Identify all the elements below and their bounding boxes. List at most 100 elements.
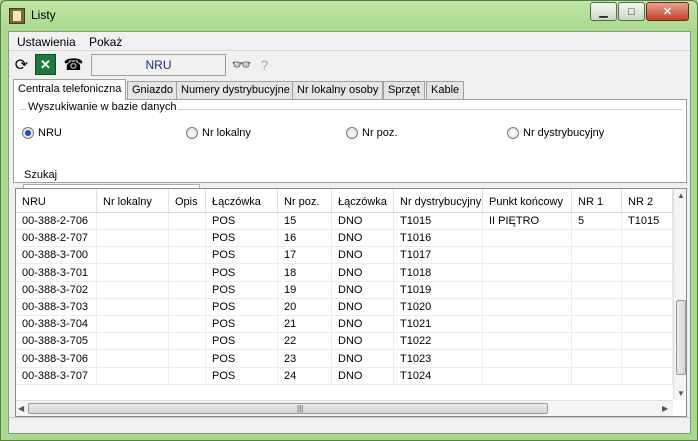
- table-cell[interactable]: DNO: [332, 247, 394, 265]
- table-cell[interactable]: [169, 367, 206, 385]
- tab-numery-dystrybucyjne[interactable]: Numery dystrybucyjne: [176, 81, 295, 99]
- table-cell[interactable]: T1016: [394, 230, 483, 248]
- tab-sprzet[interactable]: Sprzęt: [383, 81, 425, 99]
- table-cell[interactable]: POS: [206, 264, 278, 282]
- table-cell[interactable]: [572, 299, 622, 316]
- column-header[interactable]: Nr lokalny: [97, 189, 169, 213]
- table-cell[interactable]: DNO: [332, 367, 394, 385]
- column-header[interactable]: Nr dystrybucyjny: [394, 189, 483, 213]
- column-header[interactable]: Łączówka: [332, 189, 394, 213]
- table-row[interactable]: 00-388-3-703 POS 20 DNO T1020: [16, 299, 673, 316]
- column-header[interactable]: NRU: [16, 189, 97, 213]
- table-cell[interactable]: [169, 230, 206, 248]
- table-cell[interactable]: T1022: [394, 333, 483, 351]
- menu-settings[interactable]: Ustawienia: [17, 35, 76, 49]
- scroll-up-icon[interactable]: ▲: [677, 191, 685, 200]
- table-cell[interactable]: [622, 230, 673, 248]
- table-cell[interactable]: T1021: [394, 316, 483, 334]
- table-cell[interactable]: 00-388-2-706: [16, 213, 97, 230]
- table-cell[interactable]: T1023: [394, 350, 483, 368]
- table-cell[interactable]: T1019: [394, 281, 483, 299]
- table-cell[interactable]: POS: [206, 316, 278, 334]
- table-cell[interactable]: [483, 264, 572, 282]
- table-cell[interactable]: [169, 316, 206, 334]
- table-cell[interactable]: DNO: [332, 316, 394, 334]
- table-cell[interactable]: [97, 316, 169, 334]
- radio-nr-poz-circle[interactable]: [346, 127, 358, 139]
- table-cell[interactable]: [483, 247, 572, 265]
- table-cell[interactable]: 00-388-3-703: [16, 299, 97, 316]
- table-row[interactable]: 00-388-3-706 POS 23 DNO T1023: [16, 350, 673, 368]
- table-cell[interactable]: T1015: [622, 213, 673, 230]
- radio-nr-poz[interactable]: Nr poz.: [346, 127, 397, 139]
- table-cell[interactable]: [483, 367, 572, 385]
- radio-nr-lokalny[interactable]: Nr lokalny: [186, 127, 251, 139]
- scroll-down-icon[interactable]: ▼: [677, 389, 685, 398]
- scroll-right-icon[interactable]: ▶: [662, 404, 668, 413]
- table-cell[interactable]: [483, 316, 572, 334]
- table-cell[interactable]: [622, 247, 673, 265]
- table-cell[interactable]: [97, 299, 169, 316]
- table-cell[interactable]: 16: [278, 230, 332, 248]
- table-cell[interactable]: [622, 367, 673, 385]
- table-row[interactable]: 00-388-3-701 POS 18 DNO T1018: [16, 264, 673, 282]
- table-cell[interactable]: [622, 281, 673, 299]
- table-cell[interactable]: [572, 316, 622, 334]
- table-cell[interactable]: [97, 264, 169, 282]
- table-cell[interactable]: [622, 264, 673, 282]
- table-cell[interactable]: 00-388-2-707: [16, 230, 97, 248]
- table-cell[interactable]: [97, 213, 169, 230]
- table-cell[interactable]: DNO: [332, 264, 394, 282]
- table-row[interactable]: 00-388-3-704 POS 21 DNO T1021: [16, 316, 673, 334]
- table-row[interactable]: 00-388-3-702 POS 19 DNO T1019: [16, 281, 673, 299]
- tab-centrala[interactable]: Centrala telefoniczna: [13, 79, 127, 100]
- column-header[interactable]: Opis: [169, 189, 206, 213]
- table-cell[interactable]: [572, 247, 622, 265]
- title-bar[interactable]: Listy ▁ □ ✕: [1, 1, 697, 30]
- radio-nru[interactable]: NRU: [22, 127, 62, 139]
- table-cell[interactable]: [97, 333, 169, 351]
- table-cell[interactable]: T1024: [394, 367, 483, 385]
- table-cell[interactable]: DNO: [332, 213, 394, 230]
- table-cell[interactable]: 20: [278, 299, 332, 316]
- table-cell[interactable]: 00-388-3-706: [16, 350, 97, 368]
- phone-button[interactable]: ☎: [63, 54, 84, 75]
- table-cell[interactable]: POS: [206, 281, 278, 299]
- table-cell[interactable]: 15: [278, 213, 332, 230]
- maximize-button[interactable]: □: [618, 2, 645, 21]
- table-cell[interactable]: 24: [278, 367, 332, 385]
- table-cell[interactable]: POS: [206, 213, 278, 230]
- table-cell[interactable]: [169, 264, 206, 282]
- table-cell[interactable]: 17: [278, 247, 332, 265]
- table-cell[interactable]: DNO: [332, 281, 394, 299]
- table-cell[interactable]: [169, 213, 206, 230]
- help-button[interactable]: ?: [254, 54, 275, 75]
- table-cell[interactable]: POS: [206, 230, 278, 248]
- table-cell[interactable]: [169, 350, 206, 368]
- radio-nr-dystrybucyjny-circle[interactable]: [507, 127, 519, 139]
- table-cell[interactable]: [169, 281, 206, 299]
- nru-display[interactable]: NRU: [91, 54, 226, 76]
- tab-nr-lokalny-osoby[interactable]: Nr lokalny osoby: [292, 81, 384, 99]
- table-row[interactable]: 00-388-3-707 POS 24 DNO T1024: [16, 367, 673, 385]
- table-cell[interactable]: T1017: [394, 247, 483, 265]
- menu-show[interactable]: Pokaż: [89, 35, 122, 49]
- table-cell[interactable]: DNO: [332, 350, 394, 368]
- table-cell[interactable]: [169, 247, 206, 265]
- table-cell[interactable]: POS: [206, 333, 278, 351]
- table-row[interactable]: 00-388-3-700 POS 17 DNO T1017: [16, 247, 673, 265]
- table-cell[interactable]: [483, 230, 572, 248]
- close-button[interactable]: ✕: [646, 2, 689, 21]
- table-cell[interactable]: 00-388-3-707: [16, 367, 97, 385]
- table-cell[interactable]: POS: [206, 299, 278, 316]
- table-cell[interactable]: [622, 316, 673, 334]
- table-cell[interactable]: [169, 299, 206, 316]
- table-cell[interactable]: POS: [206, 367, 278, 385]
- table-cell[interactable]: 21: [278, 316, 332, 334]
- table-cell[interactable]: 5: [572, 213, 622, 230]
- column-header[interactable]: NR 1: [572, 189, 622, 213]
- table-cell[interactable]: 22: [278, 333, 332, 351]
- table-cell[interactable]: 18: [278, 264, 332, 282]
- table-cell[interactable]: DNO: [332, 299, 394, 316]
- radio-nru-circle[interactable]: [22, 127, 34, 139]
